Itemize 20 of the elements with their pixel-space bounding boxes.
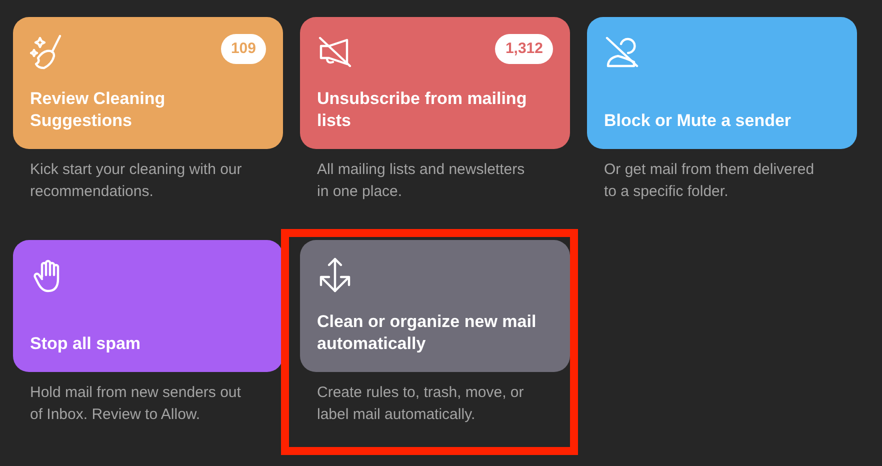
card-title: Stop all spam — [30, 333, 142, 355]
card[interactable]: Clean or organize new mail automatically — [300, 240, 570, 372]
card-description: All mailing lists and newsletters in one place. — [316, 160, 526, 202]
card[interactable]: Stop all spam — [13, 240, 283, 372]
card[interactable]: 1,312 Unsubscribe from mailing lists — [300, 17, 570, 149]
card-title: Review Cleaning Suggestions — [30, 88, 166, 132]
card[interactable]: Block or Mute a sender — [587, 17, 857, 149]
card-title: Block or Mute a sender — [604, 110, 792, 132]
card-title: Clean or organize new mail automatically — [317, 311, 538, 355]
card-description: Hold mail from new senders out of Inbox. Review to Allow. — [29, 383, 242, 425]
card-title: Unsubscribe from mailing lists — [317, 88, 528, 132]
card[interactable]: 109 Review Cleaning Suggestions — [13, 17, 283, 149]
person-off-icon — [604, 34, 640, 70]
muted-megaphone-icon — [317, 34, 353, 70]
card-description: Or get mail from them delivered to a specific folder. — [603, 160, 816, 202]
card-description: Create rules to, trash, move, or label mail automatically. — [316, 383, 525, 425]
count-badge: 109 — [220, 34, 266, 64]
card-description: Kick start your cleaning with our recommendations. — [29, 160, 243, 202]
count-badge: 1,312 — [495, 34, 553, 64]
split-arrows-icon — [317, 257, 353, 293]
